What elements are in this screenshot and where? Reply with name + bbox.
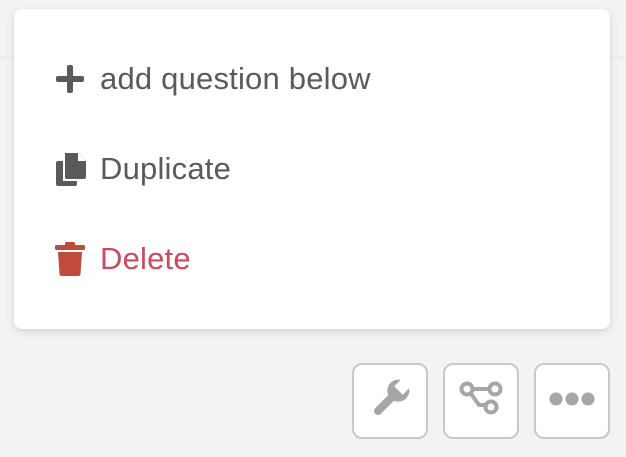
add-question-below-label: add question below: [100, 61, 371, 96]
delete-label: Delete: [100, 241, 191, 276]
copy-icon: [54, 149, 100, 189]
question-options-menu: add question below Duplicate Delete: [14, 9, 610, 329]
ellipsis-icon: [548, 391, 596, 412]
add-question-below-item[interactable]: add question below: [54, 51, 371, 107]
plus-icon: [54, 59, 100, 99]
delete-item[interactable]: Delete: [54, 231, 191, 287]
branch-logic-button[interactable]: [443, 363, 519, 439]
wrench-icon: [366, 375, 414, 428]
branch-icon: [457, 375, 505, 428]
settings-button[interactable]: [352, 363, 428, 439]
trash-icon: [54, 239, 100, 279]
more-options-button[interactable]: [534, 363, 610, 439]
duplicate-label: Duplicate: [100, 151, 232, 186]
duplicate-item[interactable]: Duplicate: [54, 141, 231, 197]
